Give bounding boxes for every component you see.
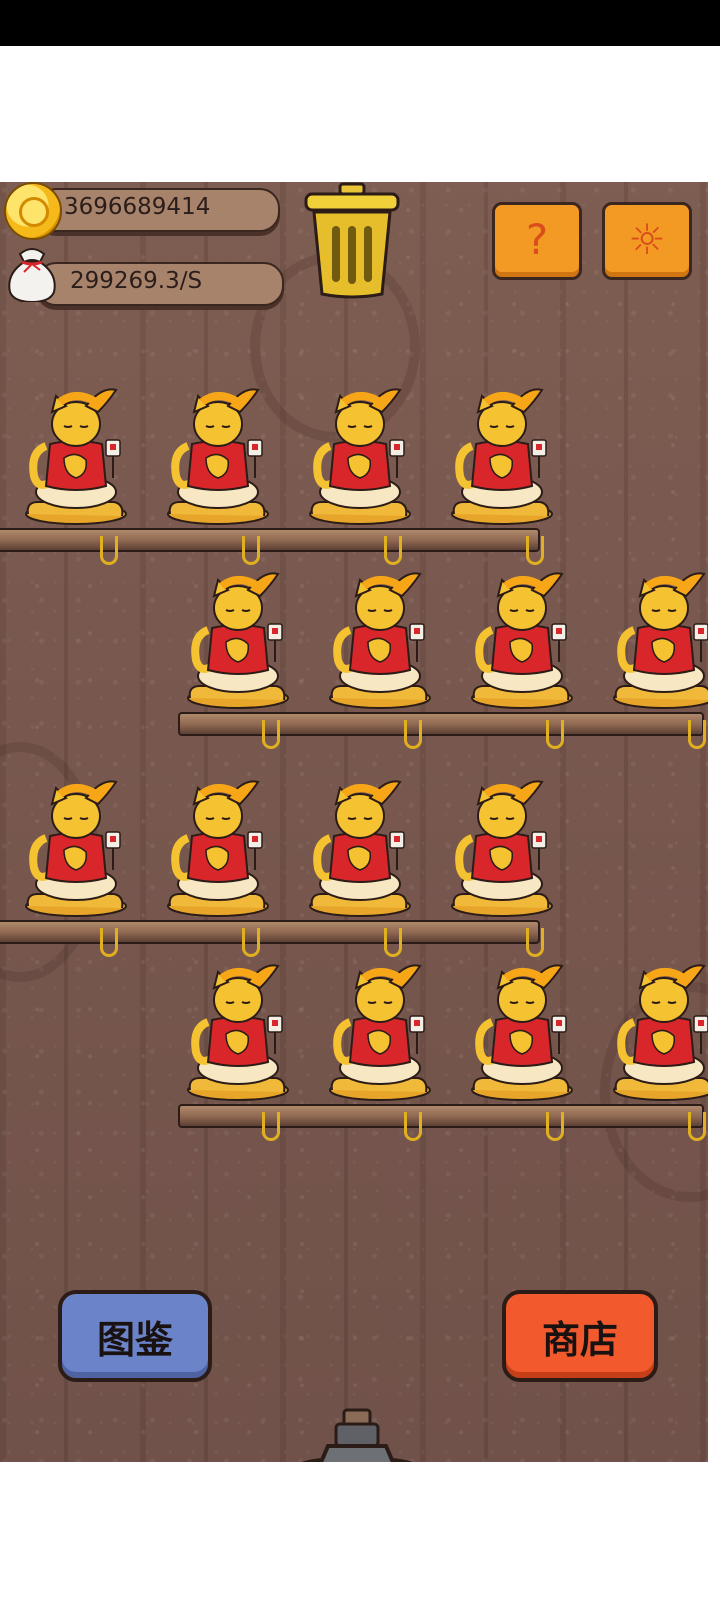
cat-figure[interactable] [158, 774, 278, 924]
shelf-hook [546, 1112, 564, 1141]
collection-button-label: 图鉴 [96, 1317, 173, 1362]
collection-button[interactable]: 图鉴 [58, 1290, 212, 1382]
cat-figure[interactable] [300, 382, 420, 532]
gold-coin-icon [4, 182, 62, 240]
cat-figure[interactable] [16, 774, 136, 924]
shelf-hook [242, 928, 260, 957]
gear-icon: ☼ [628, 215, 666, 264]
shelf-hook [242, 536, 260, 565]
shelf-hook [688, 720, 706, 749]
cat-figure[interactable] [300, 774, 420, 924]
shelf-hook [546, 720, 564, 749]
shelf-hook [100, 928, 118, 957]
coin-count: 3696689414 [64, 194, 211, 220]
help-button[interactable]: ? [492, 202, 582, 280]
shelf-hook [526, 536, 544, 565]
cat-figure[interactable] [320, 566, 440, 716]
produce-bottle-button[interactable] [268, 1404, 448, 1462]
shelf-hook [384, 536, 402, 565]
shop-button-label: 商店 [541, 1317, 618, 1362]
shelf-hook [404, 720, 422, 749]
cat-figure[interactable] [178, 958, 298, 1108]
shelf-hook [100, 536, 118, 565]
money-bag-icon [8, 248, 56, 302]
shop-button[interactable]: 商店 [502, 1290, 658, 1382]
cat-figure[interactable] [462, 566, 582, 716]
cat-figure[interactable] [442, 382, 562, 532]
cat-figure[interactable] [604, 958, 708, 1108]
question-mark-icon: ? [525, 215, 549, 264]
shelf-hook [262, 1112, 280, 1141]
shelf-hook [404, 1112, 422, 1141]
settings-button[interactable]: ☼ [602, 202, 692, 280]
trash-can-icon[interactable] [302, 182, 402, 300]
cat-figure[interactable] [320, 958, 440, 1108]
cat-figure[interactable] [158, 382, 278, 532]
shelf-hook [688, 1112, 706, 1141]
cat-figure[interactable] [462, 958, 582, 1108]
game-board: 3696689414 299269.3/S ? ☼ 图鉴 商店 [0, 182, 708, 1462]
income-rate: 299269.3/S [70, 268, 203, 294]
cat-figure[interactable] [604, 566, 708, 716]
shelf-hook [262, 720, 280, 749]
shelf-hook [384, 928, 402, 957]
status-bar [0, 0, 720, 46]
cat-figure[interactable] [178, 566, 298, 716]
shelf-hook [526, 928, 544, 957]
cat-figure[interactable] [442, 774, 562, 924]
cat-figure[interactable] [16, 382, 136, 532]
